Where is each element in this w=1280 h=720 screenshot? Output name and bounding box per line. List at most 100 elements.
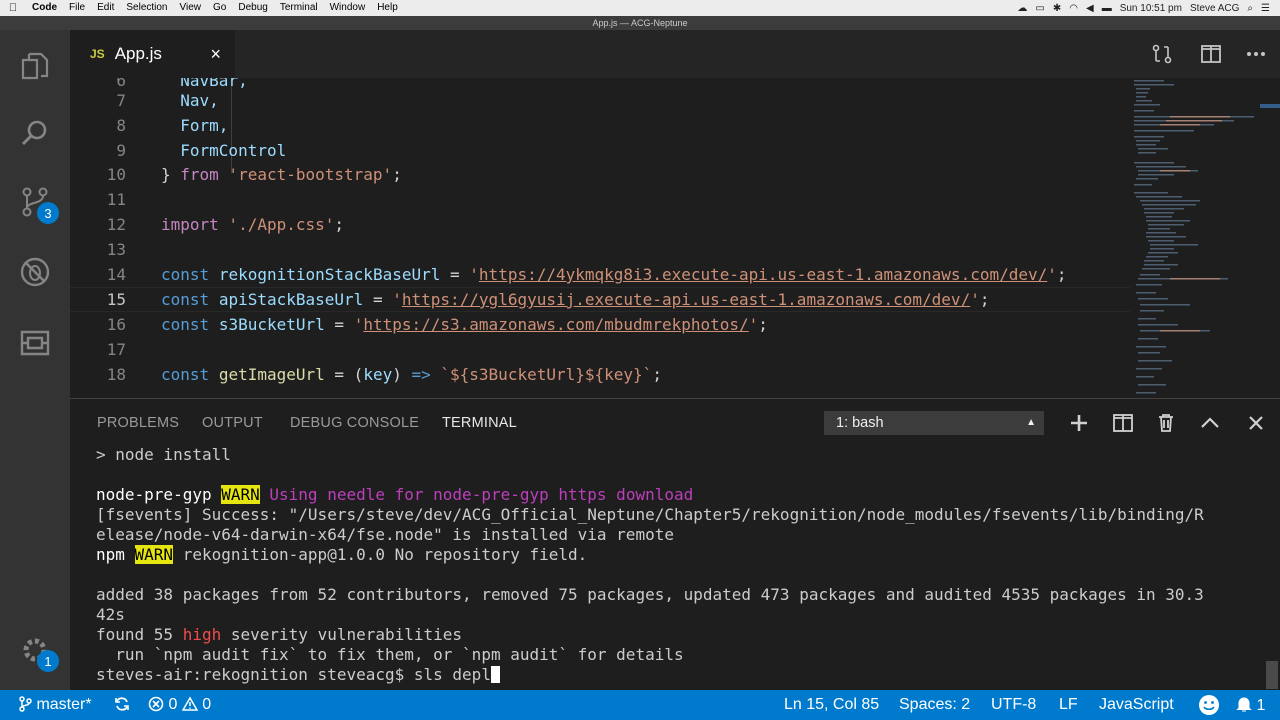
- terminal-line: [fsevents] Success: "/Users/steve/dev/AC…: [96, 505, 1204, 524]
- more-actions-icon[interactable]: [1244, 42, 1268, 66]
- encoding[interactable]: UTF-8: [991, 695, 1036, 715]
- cursor-position[interactable]: Ln 15, Col 85: [784, 695, 879, 715]
- sync-icon[interactable]: [114, 695, 130, 715]
- minimap[interactable]: [1130, 78, 1280, 398]
- indentation[interactable]: Spaces: 2: [899, 695, 970, 715]
- branch-name: master*: [36, 696, 92, 713]
- tab-problems[interactable]: PROBLEMS: [97, 415, 179, 431]
- menu-view[interactable]: View: [174, 0, 208, 16]
- open-changes-icon[interactable]: [1150, 42, 1174, 66]
- feedback-smiley-icon[interactable]: [1198, 694, 1220, 719]
- line-number: 7: [116, 91, 126, 110]
- notification-center-icon[interactable]: ☰: [1261, 3, 1270, 14]
- tab-terminal[interactable]: TERMINAL: [442, 415, 517, 431]
- tab-app-js[interactable]: JS App.js ×: [70, 30, 235, 78]
- git-branch[interactable]: master*: [18, 695, 92, 715]
- apple-icon[interactable]: : [0, 2, 26, 14]
- code-line[interactable]: 17: [70, 337, 1130, 362]
- line-number: 8: [116, 116, 126, 135]
- code-url-link[interactable]: https://4ykmqkg8i3.execute-api.us-east-1…: [479, 265, 1047, 284]
- menu-terminal[interactable]: Terminal: [274, 0, 324, 16]
- line-number: 13: [106, 240, 126, 259]
- code-function-name: getImageUrl: [218, 365, 325, 384]
- terminal-select[interactable]: 1: bash ▲: [824, 411, 1044, 435]
- screen-mirror-icon[interactable]: ▭: [1035, 3, 1044, 14]
- menu-file[interactable]: File: [63, 0, 91, 16]
- settings-gear-icon[interactable]: 1: [15, 630, 59, 672]
- code-line[interactable]: 16 const s3BucketUrl = 'https://s3.amazon…: [70, 312, 1130, 337]
- code-line[interactable]: 9 FormControl: [70, 138, 1130, 163]
- line-number: 9: [116, 141, 126, 160]
- split-editor-icon[interactable]: [1199, 42, 1223, 66]
- bluetooth-icon[interactable]: ✱: [1053, 3, 1061, 14]
- close-panel-icon[interactable]: [1244, 411, 1268, 435]
- debug-icon[interactable]: [15, 252, 55, 292]
- explorer-icon[interactable]: [15, 46, 55, 86]
- warning-icon: [181, 696, 199, 711]
- warn-badge: WARN: [221, 485, 260, 504]
- menu-window[interactable]: Window: [324, 0, 372, 16]
- code-operator: =: [440, 265, 470, 284]
- split-terminal-icon[interactable]: [1111, 411, 1135, 435]
- code-line[interactable]: 10} from 'react-bootstrap';: [70, 162, 1130, 187]
- menu-edit[interactable]: Edit: [91, 0, 120, 16]
- extensions-icon[interactable]: [15, 322, 55, 362]
- code-line[interactable]: 13: [70, 237, 1130, 262]
- problems-summary[interactable]: 0 0: [148, 695, 211, 715]
- user-name[interactable]: Steve ACG: [1190, 3, 1239, 14]
- trash-icon[interactable]: [1154, 411, 1178, 435]
- code-punct: ;: [1056, 265, 1067, 284]
- code-url-link[interactable]: https://ygl6gyusij.execute-api.us-east-1…: [402, 290, 970, 309]
- terminal-output[interactable]: > node install node-pre-gyp WARN Using n…: [96, 445, 1256, 685]
- code-keyword: import: [161, 215, 219, 234]
- bottom-panel: PROBLEMS OUTPUT DEBUG CONSOLE TERMINAL 1…: [70, 398, 1280, 690]
- line-number: 11: [106, 190, 126, 209]
- terminal-text: found 55: [96, 625, 183, 644]
- search-icon[interactable]: [15, 114, 55, 154]
- terminal-prompt-line[interactable]: steves-air:rekognition steveacg$ sls dep…: [96, 665, 500, 685]
- code-editor[interactable]: 6 NavBar, 7 Nav, 8 Form, 9 FormControl 1…: [70, 78, 1280, 398]
- terminal-scrollbar[interactable]: [1266, 661, 1278, 689]
- line-number: 12: [106, 215, 126, 234]
- menu-app[interactable]: Code: [26, 0, 63, 16]
- code-line-current[interactable]: 15 const apiStackBaseUrl = 'https://ygl6g…: [70, 287, 1130, 312]
- code-line[interactable]: 7 Nav,: [70, 88, 1130, 113]
- line-number: 15: [106, 290, 126, 309]
- code-line[interactable]: 8 Form,: [70, 113, 1130, 138]
- language-mode[interactable]: JavaScript: [1099, 695, 1174, 715]
- warning-count: 0: [202, 696, 212, 713]
- menu-selection[interactable]: Selection: [120, 0, 173, 16]
- new-terminal-icon[interactable]: [1067, 411, 1091, 435]
- source-control-icon[interactable]: 3: [15, 182, 59, 224]
- menu-go[interactable]: Go: [207, 0, 232, 16]
- terminal-select-value: 1: bash: [836, 415, 884, 431]
- wifi-icon[interactable]: ◠: [1069, 3, 1078, 14]
- terminal-cursor: [490, 666, 500, 683]
- spotlight-icon[interactable]: ⌕: [1247, 3, 1253, 14]
- code-url-link[interactable]: https://s3.amazonaws.com/mbudmrekphotos/: [363, 315, 748, 334]
- clock[interactable]: Sun 10:51 pm: [1120, 3, 1182, 14]
- battery-icon[interactable]: ▬: [1102, 3, 1112, 14]
- tab-output[interactable]: OUTPUT: [202, 415, 263, 431]
- code-line[interactable]: 14 const rekognitionStackBaseUrl = 'https…: [70, 262, 1130, 287]
- menu-debug[interactable]: Debug: [232, 0, 273, 16]
- terminal-line: npm WARN rekognition-app@1.0.0 No reposi…: [96, 545, 587, 565]
- line-ending[interactable]: LF: [1059, 695, 1078, 715]
- mac-menubar:  Code File Edit Selection View Go Debug…: [0, 0, 1280, 16]
- volume-icon[interactable]: ◀: [1086, 3, 1094, 14]
- error-count: 0: [168, 696, 178, 713]
- terminal-line: > node install: [96, 445, 231, 464]
- menu-help[interactable]: Help: [371, 0, 404, 16]
- window-title: App.js — ACG-Neptune: [0, 16, 1280, 30]
- code-line[interactable]: 12 import './App.css';: [70, 212, 1130, 237]
- code-line[interactable]: 18 const getImageUrl = (key) => `${s3Buck…: [70, 362, 1130, 387]
- terminal-line: node-pre-gyp WARN Using needle for node-…: [96, 485, 693, 505]
- close-tab-icon[interactable]: ×: [210, 44, 221, 65]
- code-line[interactable]: 11: [70, 187, 1130, 212]
- line-number: 10: [106, 165, 126, 184]
- notifications[interactable]: 1: [1236, 695, 1265, 716]
- maximize-panel-icon[interactable]: [1198, 411, 1222, 435]
- settings-badge: 1: [37, 650, 59, 672]
- tab-debug-console[interactable]: DEBUG CONSOLE: [290, 415, 419, 431]
- cloud-icon[interactable]: ☁: [1017, 3, 1027, 14]
